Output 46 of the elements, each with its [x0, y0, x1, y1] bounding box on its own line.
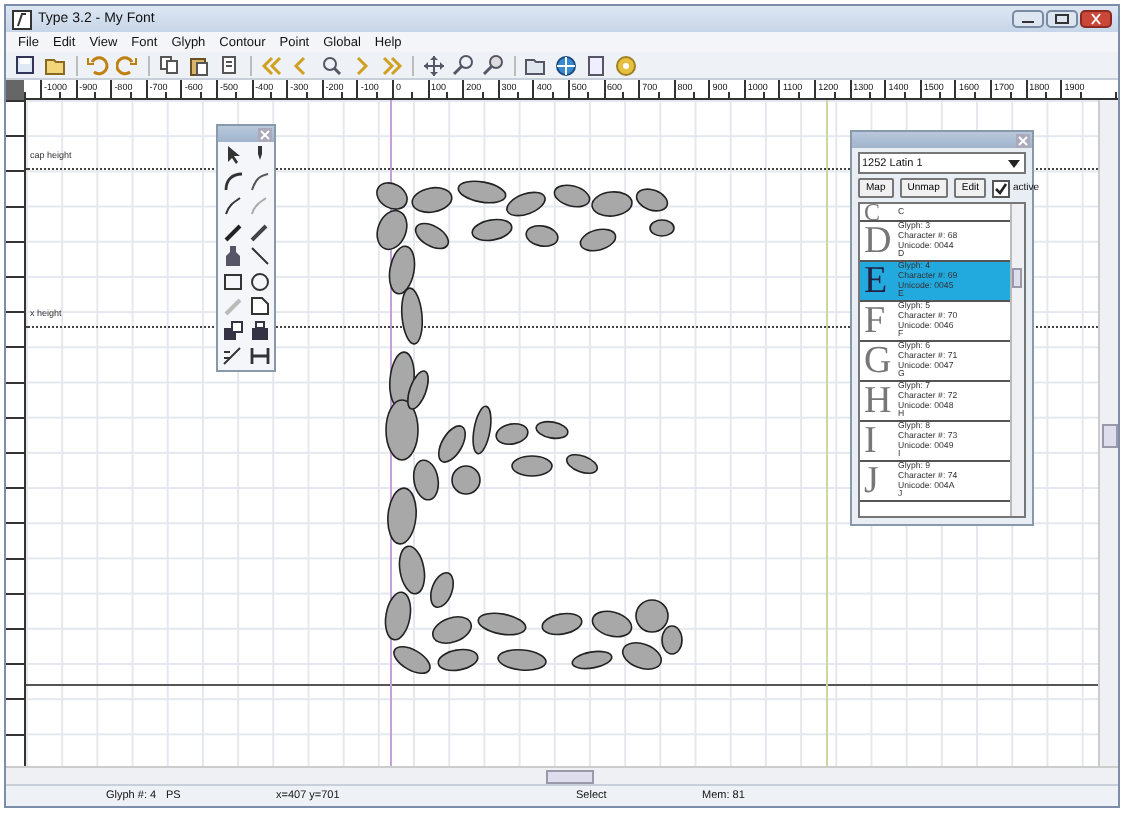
- save-icon[interactable]: [14, 53, 38, 77]
- glyph-preview: I: [864, 422, 879, 460]
- shape-icon[interactable]: [221, 319, 245, 343]
- page-icon[interactable]: [247, 294, 271, 318]
- glyph-preview: F: [864, 302, 888, 340]
- curve-icon[interactable]: [221, 194, 245, 218]
- minimize-button[interactable]: [1012, 10, 1044, 28]
- scroll-thumb[interactable]: [546, 770, 594, 784]
- bottle-icon[interactable]: [221, 244, 245, 268]
- horizontal-scrollbar[interactable]: [6, 766, 1118, 784]
- list-scrollbar[interactable]: [1010, 204, 1024, 516]
- line-icon[interactable]: [247, 244, 271, 268]
- glyph-preview: D: [864, 222, 892, 260]
- glyph-preview: G: [864, 342, 892, 380]
- glyph-preview: C: [864, 204, 883, 220]
- maximize-button[interactable]: [1046, 10, 1078, 28]
- dropdown-arrow-icon: [1006, 155, 1022, 171]
- ruler-corner: [6, 80, 24, 100]
- vertical-scrollbar[interactable]: [1098, 100, 1118, 766]
- redo-icon[interactable]: [116, 53, 140, 77]
- pencil-icon[interactable]: [221, 219, 245, 243]
- undo-icon[interactable]: [86, 53, 110, 77]
- ellipse-icon[interactable]: [247, 269, 271, 293]
- scroll-thumb[interactable]: [1102, 424, 1118, 448]
- curve-icon[interactable]: [221, 169, 245, 193]
- glyph-outline-drawing[interactable]: [376, 180, 683, 674]
- glyph-preview: E: [864, 262, 890, 300]
- checkbox[interactable]: [992, 179, 1011, 197]
- checkmark-icon: [994, 181, 1009, 195]
- search-icon[interactable]: [320, 53, 344, 77]
- move-icon[interactable]: [422, 53, 446, 77]
- close-button[interactable]: [1080, 10, 1112, 28]
- glyph-preview: H: [864, 382, 892, 420]
- globe-icon[interactable]: [554, 53, 578, 77]
- zoom-in-icon[interactable]: [452, 53, 476, 77]
- paste-icon[interactable]: [188, 53, 212, 77]
- glyph-preview: J: [864, 462, 881, 500]
- copy-icon[interactable]: [158, 53, 182, 77]
- rectangle-icon[interactable]: [221, 269, 245, 293]
- zoom-out-icon[interactable]: [482, 53, 506, 77]
- gear-icon[interactable]: [614, 53, 638, 77]
- pencil-icon[interactable]: [247, 219, 271, 243]
- page-icon[interactable]: [218, 53, 242, 77]
- document-icon[interactable]: [584, 53, 608, 77]
- scroll-thumb[interactable]: [1012, 268, 1022, 288]
- curve-icon[interactable]: [247, 169, 271, 193]
